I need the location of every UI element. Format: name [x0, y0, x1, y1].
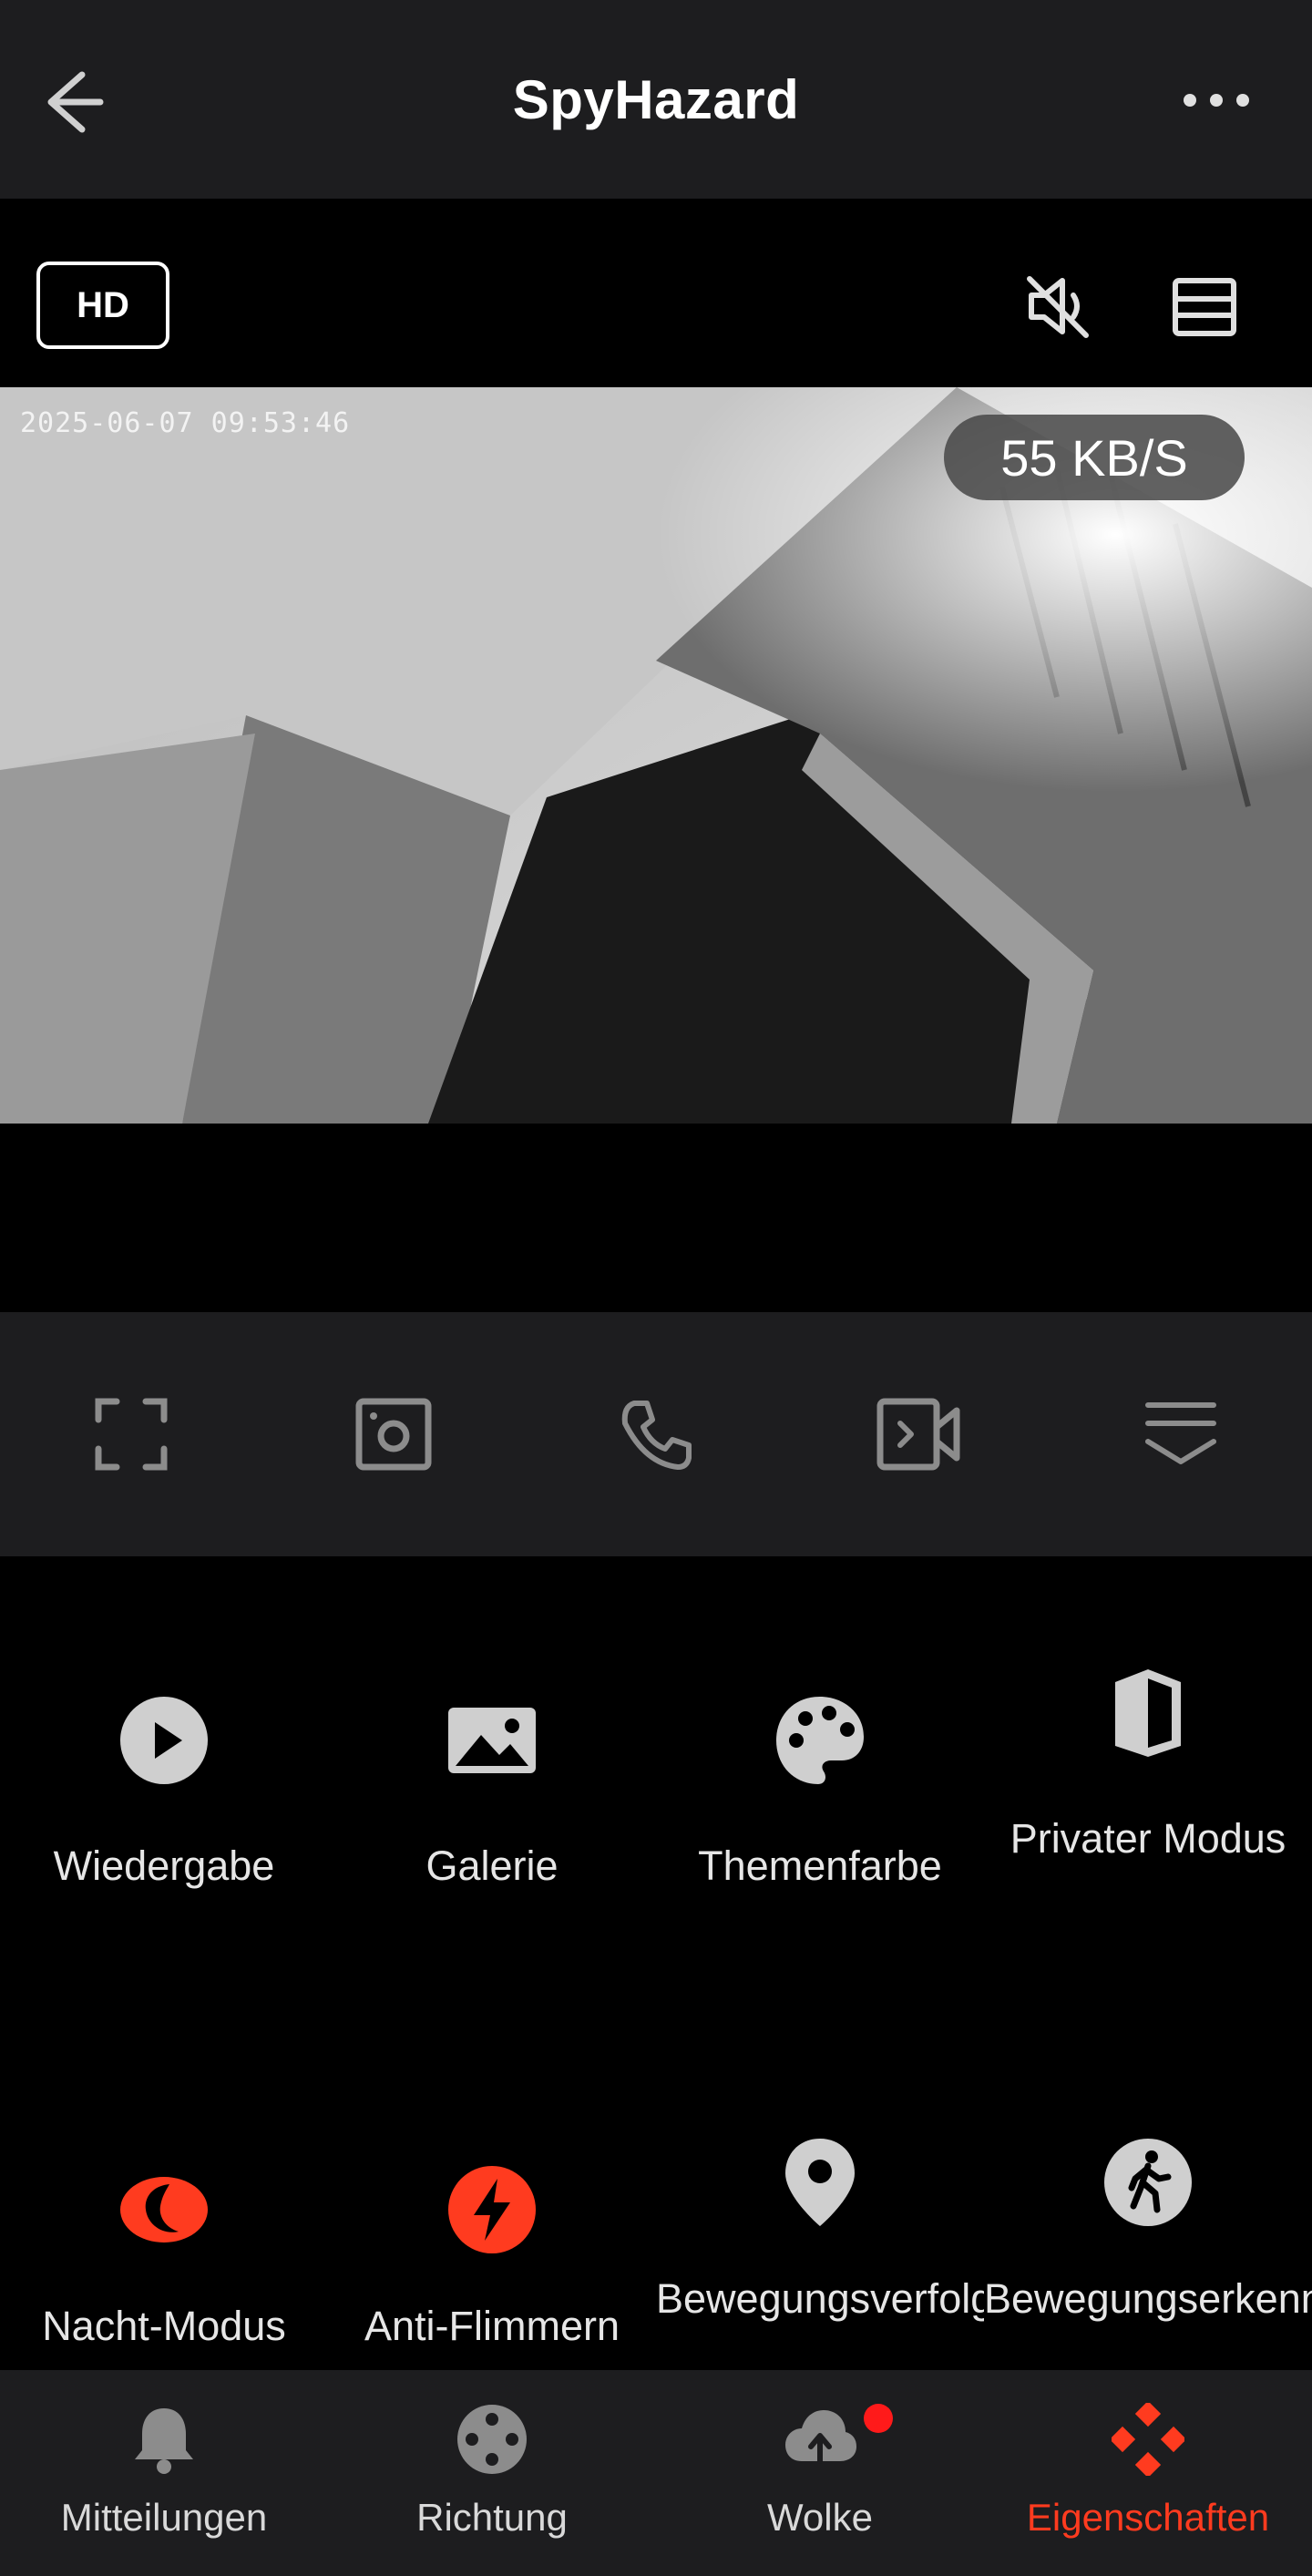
feature-private-mode[interactable]: Privater Modus	[984, 1668, 1312, 1932]
diamond-grid-icon	[1112, 2403, 1184, 2476]
location-pin-icon	[785, 2139, 855, 2226]
bell-icon	[135, 2408, 193, 2474]
layout-rows-icon	[1173, 278, 1236, 336]
feature-label: Bewegungsverfolgung	[656, 2275, 984, 2322]
feature-label: Wiedergabe	[53, 1842, 275, 1889]
more-options-button[interactable]	[1175, 82, 1257, 118]
feature-label: Themenfarbe	[698, 1842, 942, 1889]
play-icon	[120, 1697, 208, 1784]
feature-label: Anti-Flimmern	[364, 2303, 620, 2349]
nav-label: Mitteilungen	[60, 2496, 268, 2539]
collapse-icon	[1145, 1402, 1216, 1464]
speaker-muted-icon	[1027, 276, 1089, 338]
collapse-button[interactable]	[1050, 1312, 1312, 1556]
fullscreen-button[interactable]	[0, 1312, 262, 1556]
notification-badge	[864, 2404, 893, 2433]
nav-notifications[interactable]: Mitteilungen	[0, 2370, 328, 2576]
feature-label: Privater Modus	[1010, 1815, 1286, 1862]
direction-pad-icon	[457, 2405, 527, 2474]
quality-toggle[interactable]: HD	[36, 262, 169, 349]
bottom-navigation: Mitteilungen Richtung Wolke Eigenschafte…	[0, 2370, 1312, 2576]
video-timestamp: 2025-06-07 09:53:46	[20, 407, 351, 439]
walking-person-icon	[1104, 2139, 1192, 2226]
phone-icon	[621, 1401, 692, 1470]
nav-label: Eigenschaften	[1026, 2496, 1270, 2539]
stream-toolbar	[0, 1312, 1312, 1556]
palette-icon	[776, 1697, 864, 1784]
layout-toggle-button[interactable]	[1168, 273, 1241, 341]
feature-label: Nacht-Modus	[42, 2303, 286, 2349]
cloud-upload-icon	[785, 2410, 856, 2464]
feature-motion-detection[interactable]: Bewegungserkennung	[984, 2137, 1312, 2401]
image-icon	[448, 1708, 536, 1773]
fullscreen-icon	[95, 1398, 168, 1471]
more-horizontal-icon	[1184, 94, 1249, 107]
feature-gallery[interactable]: Galerie	[328, 1695, 656, 1959]
feature-theme-color[interactable]: Themenfarbe	[656, 1695, 984, 1959]
nav-label: Wolke	[767, 2496, 873, 2539]
moon-icon	[120, 2177, 208, 2242]
shield-icon	[1115, 1669, 1181, 1757]
feature-label: Galerie	[425, 1842, 559, 1889]
feature-motion-tracking[interactable]: Bewegungsverfolgung	[656, 2137, 984, 2401]
screenshot-icon	[355, 1398, 432, 1471]
nav-cloud[interactable]: Wolke	[656, 2370, 984, 2576]
bitrate-badge: 55 KB/S	[944, 415, 1245, 500]
lightning-icon	[448, 2166, 536, 2253]
nav-label: Richtung	[416, 2496, 568, 2539]
top-bar: SpyHazard	[0, 0, 1312, 199]
page-title: SpyHazard	[512, 69, 800, 130]
feature-playback[interactable]: Wiedergabe	[0, 1695, 328, 1959]
record-button[interactable]	[787, 1312, 1050, 1556]
live-video-feed[interactable]: 2025-06-07 09:53:46 55 KB/S	[0, 387, 1312, 1124]
screenshot-button[interactable]	[262, 1312, 525, 1556]
nav-properties[interactable]: Eigenschaften	[984, 2370, 1312, 2576]
mute-button[interactable]	[1022, 272, 1095, 341]
nav-direction[interactable]: Richtung	[328, 2370, 656, 2576]
record-video-icon	[876, 1398, 960, 1471]
call-button[interactable]	[525, 1312, 787, 1556]
feature-label: Bewegungserkennung	[984, 2275, 1312, 2322]
